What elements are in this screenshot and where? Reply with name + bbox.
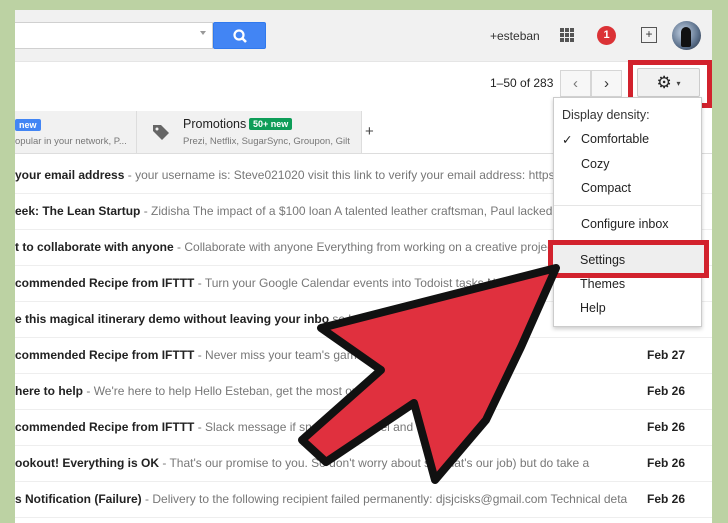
arrow-shape <box>298 264 560 484</box>
red-pointer-arrow-icon <box>298 264 560 484</box>
